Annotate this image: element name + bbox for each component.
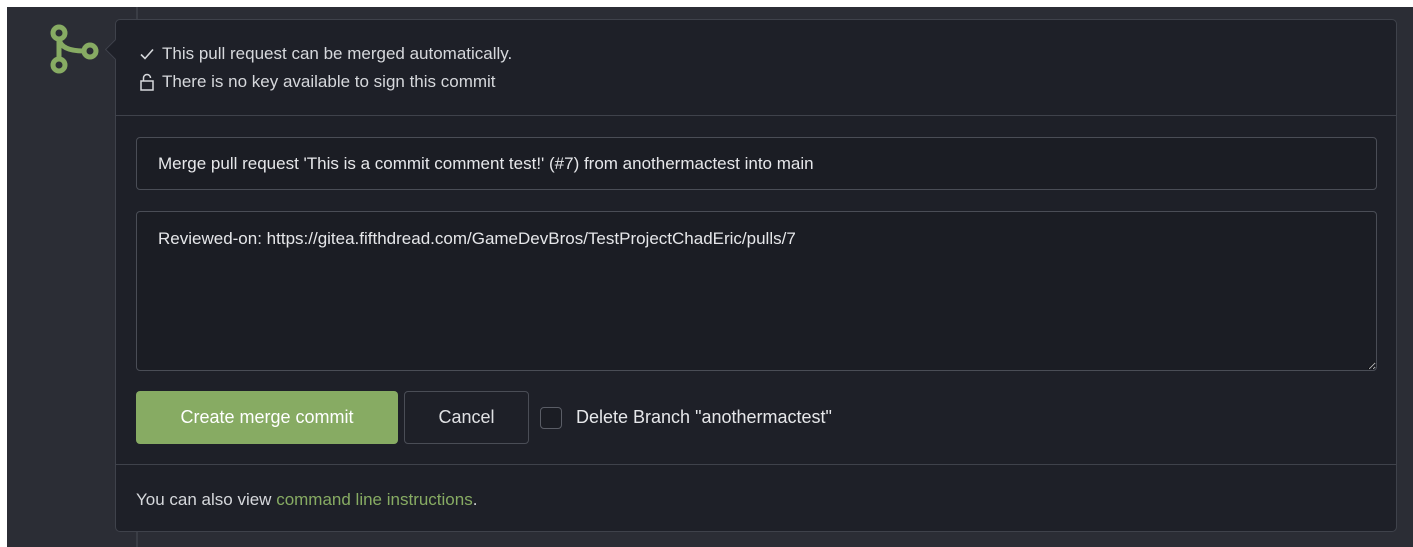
command-line-hint: You can also view command line instructi… bbox=[136, 490, 477, 510]
merge-panel: This pull request can be merged automati… bbox=[104, 19, 1397, 532]
unlock-icon bbox=[138, 73, 156, 91]
pull-request-merge-area: This pull request can be merged automati… bbox=[7, 7, 1413, 547]
merge-check-status: This pull request can be merged automati… bbox=[138, 44, 512, 64]
sign-status: There is no key available to sign this c… bbox=[138, 72, 496, 92]
delete-branch-checkbox[interactable]: Delete Branch "anothermactest" bbox=[540, 406, 832, 429]
merge-message-textarea[interactable]: Reviewed-on: https://gitea.fifthdread.co… bbox=[136, 211, 1377, 371]
delete-branch-label: Delete Branch "anothermactest" bbox=[576, 407, 832, 427]
git-merge-icon bbox=[50, 24, 99, 74]
merge-actions: Create merge commit Cancel Delete Branch… bbox=[136, 391, 832, 444]
merge-check-text: This pull request can be merged automati… bbox=[162, 44, 513, 63]
hint-suffix: . bbox=[472, 490, 478, 509]
merge-form: Reviewed-on: https://gitea.fifthdread.co… bbox=[116, 116, 1396, 465]
sign-status-text: There is no key available to sign this c… bbox=[162, 72, 496, 91]
merge-status-section: This pull request can be merged automati… bbox=[116, 20, 1396, 116]
check-icon bbox=[138, 45, 156, 63]
hint-prefix: You can also view bbox=[136, 490, 277, 509]
create-merge-commit-button[interactable]: Create merge commit bbox=[136, 391, 398, 444]
command-line-instructions-link[interactable]: command line instructions bbox=[276, 490, 473, 509]
merge-title-input[interactable] bbox=[136, 137, 1377, 190]
checkbox-box[interactable] bbox=[540, 406, 562, 429]
cancel-button[interactable]: Cancel bbox=[404, 391, 529, 444]
